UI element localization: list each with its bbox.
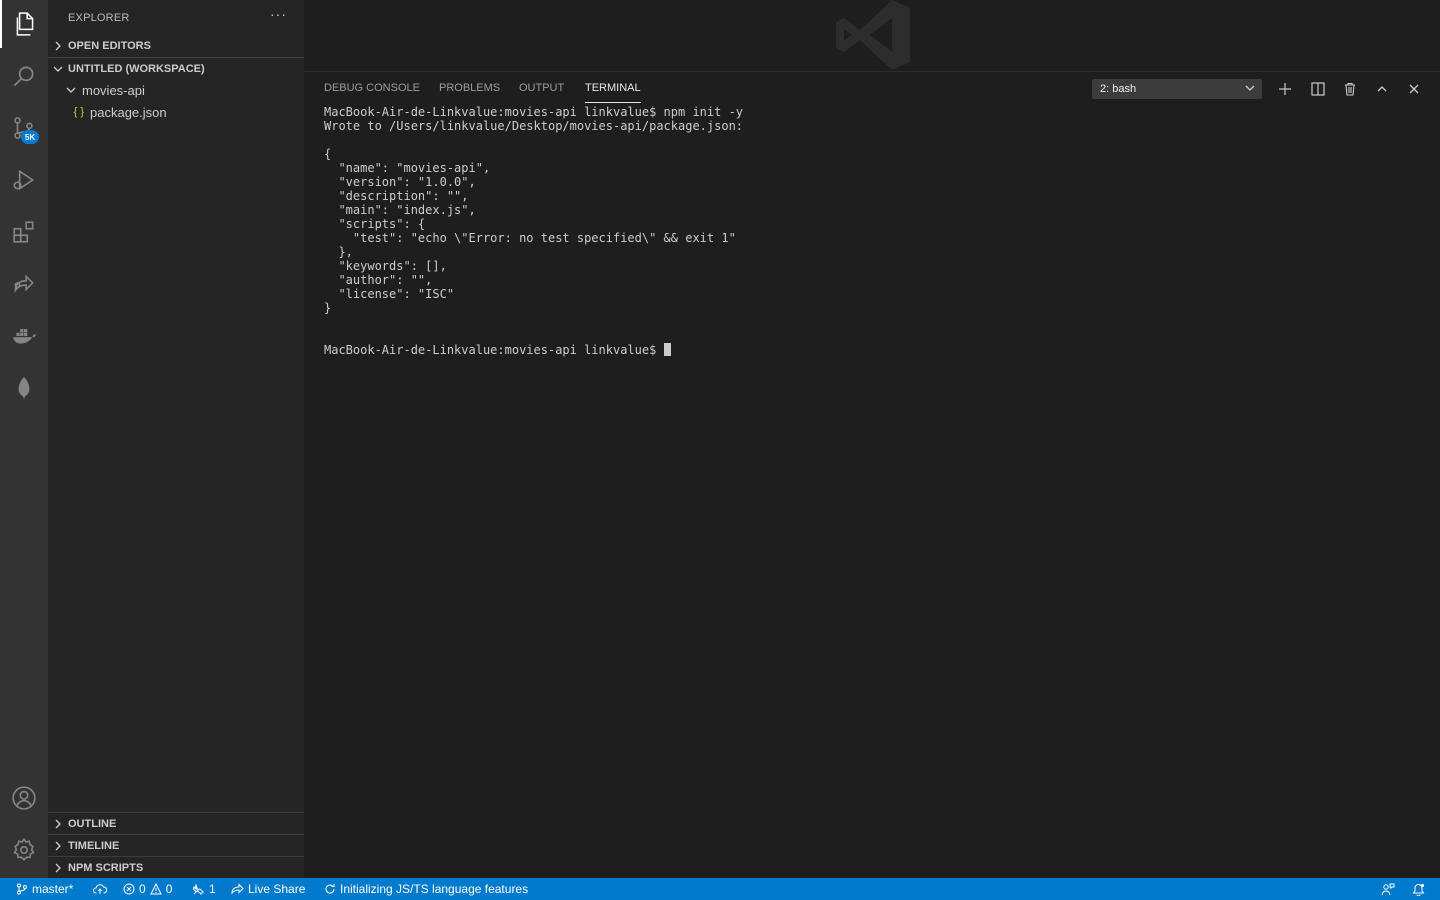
source-control-icon[interactable]: 5K (0, 104, 48, 152)
folder-name: movies-api (82, 82, 145, 98)
bell-icon (1412, 883, 1425, 896)
split-terminal-icon[interactable] (1307, 78, 1329, 100)
npm-scripts-label: NPM SCRIPTS (68, 861, 144, 874)
terminal-line: MacBook-Air-de-Linkvalue:movies-api link… (324, 105, 744, 119)
language-progress-status[interactable]: Initializing JS/TS language features (324, 878, 528, 900)
docker-icon[interactable] (0, 312, 48, 360)
tools-icon (193, 883, 204, 895)
extensions-icon[interactable] (0, 208, 48, 256)
timeline-section[interactable]: TIMELINE (48, 834, 304, 856)
outline-section[interactable]: OUTLINE (48, 812, 304, 834)
chevron-right-icon (48, 41, 68, 51)
notifications-status[interactable] (1412, 878, 1425, 900)
timeline-label: TIMELINE (68, 839, 120, 852)
warning-count: 0 (165, 882, 173, 896)
vscode-watermark-icon (834, 0, 914, 75)
sidebar-title: EXPLORER (68, 12, 130, 24)
terminal-output[interactable]: MacBook-Air-de-Linkvalue:movies-api link… (324, 105, 1424, 357)
sync-status[interactable] (93, 878, 107, 900)
git-branch-icon (17, 883, 27, 895)
scm-badge: 5K (21, 130, 39, 144)
live-share-icon[interactable] (0, 260, 48, 308)
live-share-status[interactable]: Live Share (231, 878, 305, 900)
json-file-icon: { } (73, 106, 84, 118)
more-actions-icon[interactable]: ··· (270, 6, 287, 22)
accounts-icon[interactable] (0, 774, 48, 822)
live-share-label: Live Share (248, 882, 306, 896)
terminal-line: Wrote to /Users/linkvalue/Desktop/movies… (324, 119, 744, 133)
terminal-line: "version": "1.0.0", (324, 175, 476, 189)
terminal-line: "keywords": [], (324, 259, 447, 273)
ports-status[interactable]: 1 (192, 878, 216, 900)
tab-debug-console[interactable]: DEBUG CONSOLE (324, 82, 420, 102)
branch-status[interactable]: master* (16, 878, 73, 900)
terminal-select[interactable]: 2: bash (1092, 79, 1262, 99)
search-icon[interactable] (0, 52, 48, 100)
workspace-label: UNTITLED (WORKSPACE) (68, 62, 205, 75)
terminal-select-value: 2: bash (1100, 83, 1137, 95)
problems-status[interactable]: 0 0 (123, 878, 172, 900)
chevron-down-icon (1244, 82, 1256, 97)
cloud-upload-icon (93, 884, 107, 894)
close-panel-icon[interactable] (1403, 78, 1425, 100)
tab-terminal[interactable]: TERMINAL (585, 82, 641, 103)
sync-spinner-icon (325, 884, 335, 894)
chevron-right-icon (48, 819, 68, 829)
chevron-right-icon (48, 863, 68, 873)
maximize-panel-chevron-up-icon[interactable] (1371, 78, 1393, 100)
terminal-line: "name": "movies-api", (324, 161, 491, 175)
file-name: package.json (90, 104, 167, 120)
open-editors-section[interactable]: OPEN EDITORS (48, 35, 304, 57)
trash-icon[interactable] (1339, 78, 1361, 100)
terminal-cursor (663, 343, 671, 356)
tab-problems[interactable]: PROBLEMS (439, 82, 500, 102)
error-icon (123, 883, 135, 895)
chevron-down-icon (48, 64, 68, 74)
editor-area (304, 0, 1440, 72)
terminal-line: { (324, 147, 332, 161)
terminal-line: "author": "", (324, 273, 433, 287)
settings-gear-icon[interactable] (0, 826, 48, 874)
feedback-person-icon (1381, 883, 1395, 895)
chevron-right-icon (48, 841, 68, 851)
terminal-line: "main": "index.js", (324, 203, 476, 217)
explorer-icon[interactable] (0, 0, 48, 48)
terminal-panel: DEBUG CONSOLE PROBLEMS OUTPUT TERMINAL 2… (304, 72, 1440, 878)
terminal-line: "test": "echo \"Error: no test specified… (324, 231, 736, 245)
warning-icon (149, 883, 162, 895)
feedback-status[interactable] (1381, 878, 1395, 900)
open-editors-label: OPEN EDITORS (68, 40, 151, 52)
tab-output[interactable]: OUTPUT (519, 82, 564, 102)
terminal-prompt: MacBook-Air-de-Linkvalue:movies-api link… (324, 343, 664, 357)
workspace-section[interactable]: UNTITLED (WORKSPACE) (48, 57, 304, 79)
terminal-line: } (324, 301, 332, 315)
branch-name: master* (32, 882, 74, 896)
live-share-icon (231, 883, 244, 895)
activity-bar: 5K (0, 0, 48, 878)
terminal-line: "description": "", (324, 189, 469, 203)
new-terminal-plus-icon[interactable] (1274, 78, 1296, 100)
ports-count: 1 (209, 882, 216, 896)
outline-label: OUTLINE (68, 817, 117, 830)
mongodb-leaf-icon[interactable] (0, 364, 48, 412)
status-bar: master* 0 0 1 Live Share Initializing JS… (0, 878, 1440, 900)
chevron-down-icon (48, 85, 82, 95)
folder-movies-api[interactable]: movies-api (48, 79, 304, 101)
terminal-line: "scripts": { (324, 217, 426, 231)
error-count: 0 (139, 882, 146, 896)
explorer-sidebar: EXPLORER ··· OPEN EDITORS UNTITLED (WORK… (48, 0, 304, 878)
terminal-line: "license": "ISC" (324, 287, 455, 301)
run-debug-icon[interactable] (0, 156, 48, 204)
npm-scripts-section[interactable]: NPM SCRIPTS (48, 856, 304, 878)
progress-text: Initializing JS/TS language features (340, 882, 529, 896)
terminal-line: }, (324, 245, 353, 259)
file-package-json[interactable]: { } package.json (48, 101, 304, 123)
